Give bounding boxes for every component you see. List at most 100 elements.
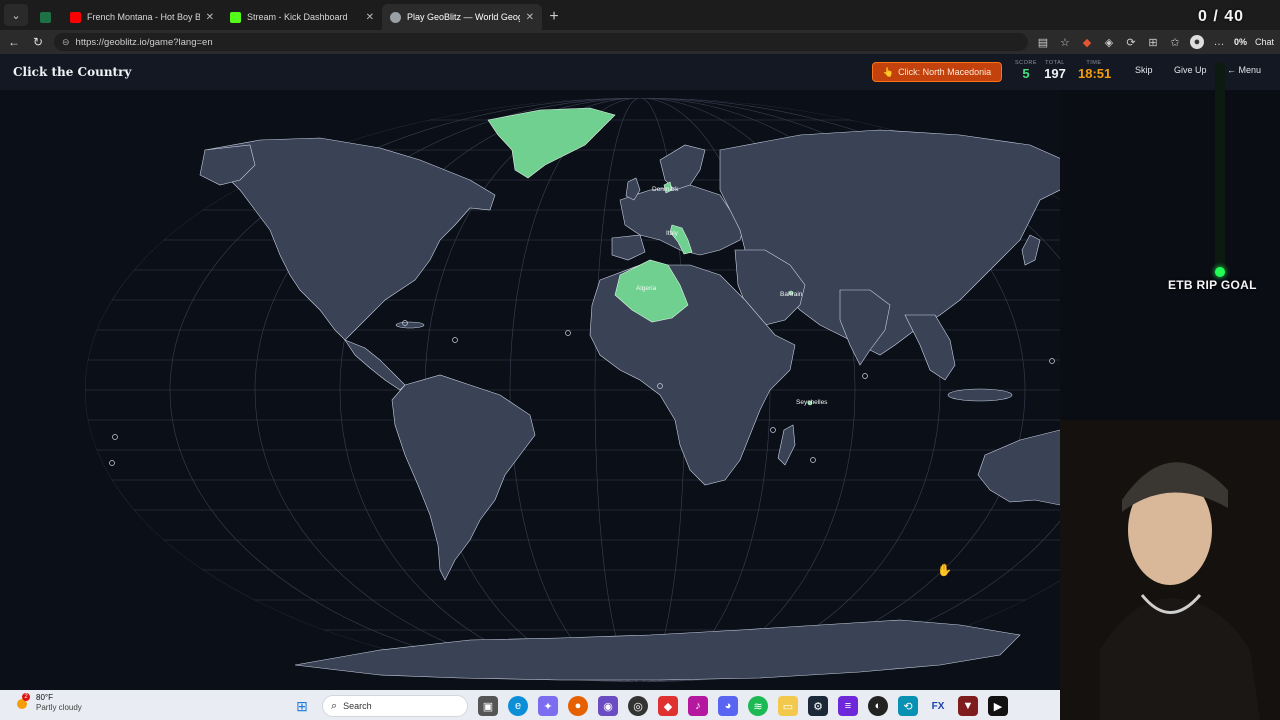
chat-app-icon[interactable]: ◉ [598, 696, 618, 716]
task-view-icon[interactable]: ▣ [478, 696, 498, 716]
extensions-bar: ▤ ☆ ◆ ◈ ⟳ ⊞ ✩ ● … 0% Chat [1036, 35, 1274, 49]
profile-avatar[interactable]: ● [1189, 35, 1204, 49]
country-indonesia[interactable] [947, 388, 1013, 402]
label-denmark: Denmark [652, 186, 679, 193]
close-icon[interactable]: ✕ [526, 12, 534, 23]
more-icon[interactable]: … [1212, 35, 1226, 49]
extension-icon[interactable]: ◈ [1102, 35, 1116, 49]
split-icon[interactable]: ⊞ [1146, 35, 1160, 49]
island-marker[interactable] [112, 434, 118, 440]
weather-temp: 80°F [36, 693, 53, 702]
search-label: Search [343, 701, 372, 711]
country-cuba[interactable] [395, 321, 425, 329]
island-marker[interactable] [109, 460, 115, 466]
skip-button[interactable]: Skip [1135, 65, 1153, 75]
page-title: Click the Country [13, 65, 132, 79]
total-stat: TOTAL 197 [1042, 60, 1068, 81]
country-australia[interactable] [977, 429, 1060, 506]
zoom-percent: 0% [1233, 37, 1247, 47]
country-iberia[interactable] [611, 234, 646, 261]
terminal-icon[interactable]: ▶ [988, 696, 1008, 716]
windows-taskbar: 2 80°F Partly cloudy ⊞ ⌕ Search ▣ e ✦ ● … [0, 690, 1060, 720]
app-icon[interactable]: ◆ [658, 696, 678, 716]
stream-counter: 0 / 40 [1197, 8, 1244, 25]
tab-blank[interactable] [32, 4, 62, 30]
folder-icon[interactable]: ▭ [778, 696, 798, 716]
refresh-icon[interactable]: ↻ [30, 34, 46, 50]
streamer-silhouette [1060, 420, 1280, 720]
extension-icon[interactable]: ◆ [1080, 35, 1094, 49]
country-india[interactable] [839, 289, 891, 366]
game-icon[interactable]: ▼ [958, 696, 978, 716]
chrome-icon[interactable]: ◎ [628, 696, 648, 716]
country-greenland[interactable] [487, 107, 616, 179]
tab-list-chevron-icon[interactable]: ⌄ [4, 4, 28, 26]
copilot-icon[interactable]: ✦ [538, 696, 558, 716]
weather-desc: Partly cloudy [36, 702, 82, 712]
itunes-icon[interactable]: ♪ [688, 696, 708, 716]
fx-icon[interactable]: FX [928, 696, 948, 716]
island-marker[interactable] [810, 457, 816, 463]
time-stat: TIME 18:51 [1078, 60, 1111, 81]
firefox-icon[interactable]: ● [568, 696, 588, 716]
island-marker[interactable] [565, 330, 571, 336]
favorites-icon[interactable]: ✩ [1168, 35, 1182, 49]
steam-icon[interactable]: ⚙ [808, 696, 828, 716]
back-icon[interactable]: ← [6, 34, 22, 50]
tab-geoblitz[interactable]: Play GeoBlitz — World Geography ✕ [382, 4, 542, 30]
country-central-america[interactable] [344, 339, 406, 391]
edge-icon[interactable]: e [508, 696, 528, 716]
island-marker[interactable] [452, 337, 458, 343]
country-scandinavia[interactable] [659, 144, 706, 191]
score-stat: SCORE 5 [1013, 60, 1039, 81]
country-south-america[interactable] [391, 374, 536, 581]
label-seychelles: Seychelles [796, 399, 828, 406]
taskbar-search[interactable]: ⌕ Search [322, 695, 468, 717]
give-up-button[interactable]: Give Up [1174, 65, 1207, 75]
island-marker[interactable] [862, 373, 868, 379]
obs-icon[interactable]: ◐ [868, 696, 888, 716]
globe-icon [390, 11, 401, 23]
menu-button[interactable]: ← Menu [1227, 65, 1261, 75]
weather-widget[interactable]: 2 80°F Partly cloudy [14, 692, 82, 712]
weather-icon: 2 [14, 692, 30, 711]
country-madagascar[interactable] [777, 424, 796, 466]
spotify-icon[interactable]: ≋ [748, 696, 768, 716]
site-info-icon[interactable]: ⊖ [62, 37, 70, 48]
close-icon[interactable]: ✕ [366, 12, 374, 23]
label-bahrain: Bahrain [780, 291, 803, 298]
tab-label: French Montana - Hot Boy Bling ft [87, 12, 200, 22]
url-field[interactable]: ⊖ https://geoblitz.io/game?lang=en [54, 33, 1028, 51]
country-antarctica[interactable] [294, 619, 1021, 681]
sync-icon[interactable]: ⟳ [1124, 35, 1138, 49]
reader-icon[interactable]: ▤ [1036, 35, 1050, 49]
world-map[interactable]: Denmark Italy Algeria Bahrain Seychelles… [0, 90, 1060, 688]
pointer-hand-icon: 👆 [882, 66, 895, 77]
score-value: 5 [1022, 66, 1030, 81]
hand-cursor-icon: ✋ [937, 563, 952, 577]
chat-button[interactable]: Chat [1255, 35, 1274, 49]
island-marker[interactable] [1049, 358, 1055, 364]
settings-app-icon[interactable]: ⟲ [898, 696, 918, 716]
goal-progress-bar [1215, 62, 1225, 274]
discord-icon[interactable]: ◕ [718, 696, 738, 716]
new-tab-button[interactable]: + [542, 4, 566, 30]
countries[interactable] [199, 129, 1060, 681]
target-prompt: 👆 Click: North Macedonia [872, 62, 1002, 82]
country-japan[interactable] [1021, 234, 1041, 266]
country-southeast-asia[interactable] [904, 314, 956, 381]
star-icon[interactable]: ☆ [1058, 35, 1072, 49]
world-map-svg[interactable]: Denmark Italy Algeria Bahrain Seychelles… [0, 90, 1060, 688]
search-icon: ⌕ [331, 699, 338, 712]
prompt-text: Click: North Macedonia [898, 67, 992, 77]
tab-youtube[interactable]: French Montana - Hot Boy Bling ft ✕ [62, 4, 222, 30]
small-island-markers[interactable] [109, 320, 1061, 466]
webcam-feed [1060, 420, 1280, 720]
windows-icon[interactable]: ⊞ [292, 696, 312, 716]
notification-badge: 2 [22, 692, 30, 701]
kick-icon [230, 11, 241, 23]
media-icon[interactable]: ≡ [838, 696, 858, 716]
island-marker[interactable] [770, 427, 776, 433]
close-icon[interactable]: ✕ [206, 12, 214, 23]
tab-kick[interactable]: Stream - Kick Dashboard ✕ [222, 4, 382, 30]
